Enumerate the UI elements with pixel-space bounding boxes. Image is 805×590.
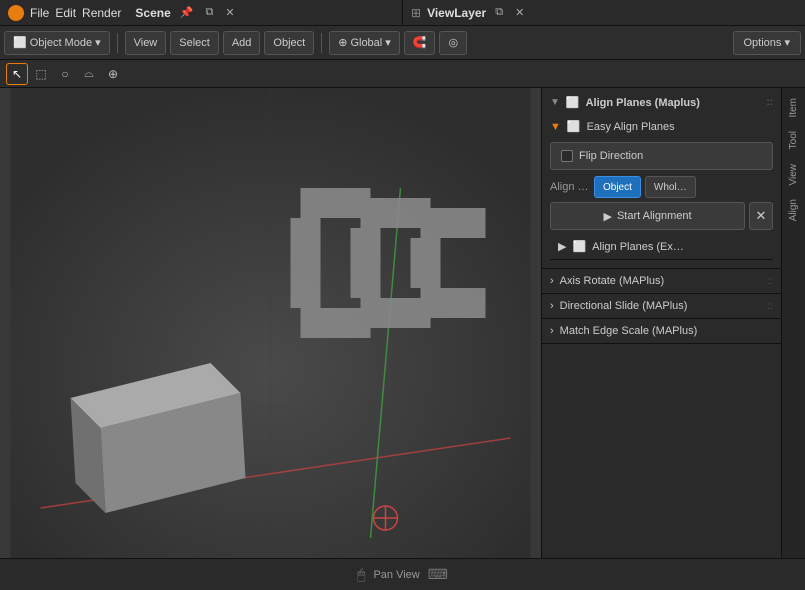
- main-area: User Perspective (1) Collection | Cube.0…: [0, 88, 805, 558]
- align-planes-title: Align Planes (Maplus): [586, 97, 700, 109]
- align-label: Align …: [550, 181, 590, 193]
- directional-slide-title: Directional Slide (MAPlus): [560, 300, 688, 312]
- scene-label: Scene: [135, 6, 170, 20]
- status-left-icon: 🖱: [357, 566, 365, 583]
- pin-icon[interactable]: 📌: [177, 5, 197, 20]
- axis-rotate-arrow: ›: [550, 275, 554, 287]
- add-menu[interactable]: Add: [223, 31, 261, 55]
- layers-icon: ⊞: [411, 6, 421, 20]
- proportional-btn[interactable]: ◎: [439, 31, 467, 55]
- toolbar-row: ⬜ Object Mode ▾ View Select Add Object ⊕…: [0, 26, 805, 60]
- close-alignment-button[interactable]: ✕: [749, 202, 773, 230]
- match-edge-scale-arrow: ›: [550, 325, 554, 337]
- status-right-icon: ⌨: [428, 566, 448, 583]
- orientation-label: Global: [350, 37, 382, 49]
- view-menu[interactable]: View: [125, 31, 167, 55]
- toolbar-separator-1: [117, 33, 118, 53]
- tab-tool[interactable]: Tool: [784, 125, 803, 155]
- mode-dropdown-arrow: ▾: [95, 36, 101, 49]
- viewlayer-label: ViewLayer: [427, 6, 486, 20]
- far-right-tabs: Item Tool View Align: [781, 88, 805, 558]
- mode-label: Object Mode: [30, 37, 92, 49]
- align-planes-ex-arrow: ▶: [558, 240, 566, 253]
- status-text: Pan View: [373, 569, 419, 581]
- mode-icons-row: ↖ ⬚ ○ ⌓ ⊕: [0, 60, 805, 88]
- render-menu[interactable]: Render: [82, 6, 121, 20]
- directional-slide-arrow: ›: [550, 300, 554, 312]
- snap-btn[interactable]: 🧲: [404, 31, 436, 55]
- start-alignment-label: Start Alignment: [617, 210, 692, 222]
- align-planes-sub-panel: ▼ ⬜ Easy Align Planes Flip Direction Ali…: [542, 113, 781, 264]
- easy-align-header[interactable]: ▼ ⬜ Easy Align Planes: [550, 117, 773, 136]
- viewlayer-title-bar: ⊞ ViewLayer ⧉ ✕: [403, 0, 805, 25]
- snap-icon: 🧲: [413, 36, 427, 49]
- flip-direction-label: Flip Direction: [579, 150, 643, 162]
- flip-direction-button[interactable]: Flip Direction: [550, 142, 773, 170]
- axis-rotate-section[interactable]: › Axis Rotate (MAPlus) ::: [542, 269, 781, 294]
- select-menu[interactable]: Select: [170, 31, 219, 55]
- scene-title-bar: File Edit Render Scene 📌 ⧉ ✕: [0, 0, 403, 25]
- tab-item[interactable]: Item: [784, 92, 803, 123]
- edit-menu[interactable]: Edit: [55, 6, 76, 20]
- start-alignment-row: ▶ Start Alignment ✕: [550, 202, 773, 230]
- align-planes-icon: ⬜: [566, 96, 580, 109]
- select-circle-mode-icon[interactable]: ○: [54, 63, 76, 85]
- status-bar: 🖱 Pan View ⌨: [0, 558, 805, 590]
- start-alignment-icon: ▶: [603, 210, 611, 223]
- orientation-arrow: ▾: [385, 36, 391, 49]
- mode-dropdown[interactable]: ⬜ Object Mode ▾: [4, 31, 110, 55]
- match-edge-scale-section[interactable]: › Match Edge Scale (MAPlus): [542, 319, 781, 344]
- axis-rotate-title: Axis Rotate (MAPlus): [560, 275, 665, 287]
- flip-direction-checkbox: [561, 150, 573, 162]
- toolbar-separator-2: [321, 33, 322, 53]
- align-planes-section: ▼ ⬜ Align Planes (Maplus) :: ▼ ⬜ Easy Al…: [542, 88, 781, 269]
- align-row: Align … Object Whol…: [550, 176, 773, 198]
- match-edge-scale-title: Match Edge Scale (MAPlus): [560, 325, 698, 337]
- close-scene-icon[interactable]: ✕: [222, 5, 237, 20]
- blender-icon: [8, 5, 24, 21]
- directional-slide-drag: ::: [767, 301, 773, 312]
- easy-align-arrow: ▼: [550, 121, 561, 133]
- axis-rotate-drag: ::: [767, 276, 773, 287]
- file-menu[interactable]: File: [30, 6, 49, 20]
- tab-view[interactable]: View: [784, 158, 803, 192]
- orientation-dropdown[interactable]: ⊕ Global ▾: [329, 31, 400, 55]
- copy-scene-icon[interactable]: ⧉: [202, 5, 216, 20]
- right-panel: ▼ ⬜ Align Planes (Maplus) :: ▼ ⬜ Easy Al…: [541, 88, 781, 558]
- align-planes-ex-title: Align Planes (Ex…: [592, 241, 684, 253]
- select-lasso-mode-icon[interactable]: ⌓: [78, 63, 100, 85]
- cursor-mode-icon[interactable]: ↖: [6, 63, 28, 85]
- align-planes-arrow: ▼: [550, 97, 560, 108]
- select-box-mode-icon[interactable]: ⬚: [30, 63, 52, 85]
- object-menu[interactable]: Object: [264, 31, 314, 55]
- align-planes-ex-icon: ⬜: [572, 240, 586, 253]
- align-planes-ex-section[interactable]: ▶ ⬜ Align Planes (Ex…: [550, 234, 773, 260]
- transform-mode-icon[interactable]: ⊕: [102, 63, 124, 85]
- align-object-btn[interactable]: Object: [594, 176, 641, 198]
- easy-align-icon: ⬜: [567, 120, 581, 133]
- easy-align-title: Easy Align Planes: [587, 121, 675, 133]
- drag-handle: ::: [766, 97, 773, 108]
- mode-icon-cube: ⬜: [13, 36, 27, 49]
- close-viewlayer-icon[interactable]: ✕: [512, 5, 527, 20]
- copy-viewlayer-icon[interactable]: ⧉: [492, 5, 506, 20]
- align-planes-header[interactable]: ▼ ⬜ Align Planes (Maplus) ::: [542, 92, 781, 113]
- scene-svg: [0, 88, 541, 558]
- viewport[interactable]: User Perspective (1) Collection | Cube.0…: [0, 88, 541, 558]
- orientation-icon: ⊕: [338, 36, 347, 49]
- start-alignment-button[interactable]: ▶ Start Alignment: [550, 202, 745, 230]
- tab-align[interactable]: Align: [784, 193, 803, 227]
- close-icon: ✕: [756, 208, 767, 224]
- options-btn[interactable]: Options ▾: [733, 31, 802, 55]
- proportional-icon: ◎: [448, 36, 458, 49]
- align-whole-btn[interactable]: Whol…: [645, 176, 696, 198]
- directional-slide-section[interactable]: › Directional Slide (MAPlus) ::: [542, 294, 781, 319]
